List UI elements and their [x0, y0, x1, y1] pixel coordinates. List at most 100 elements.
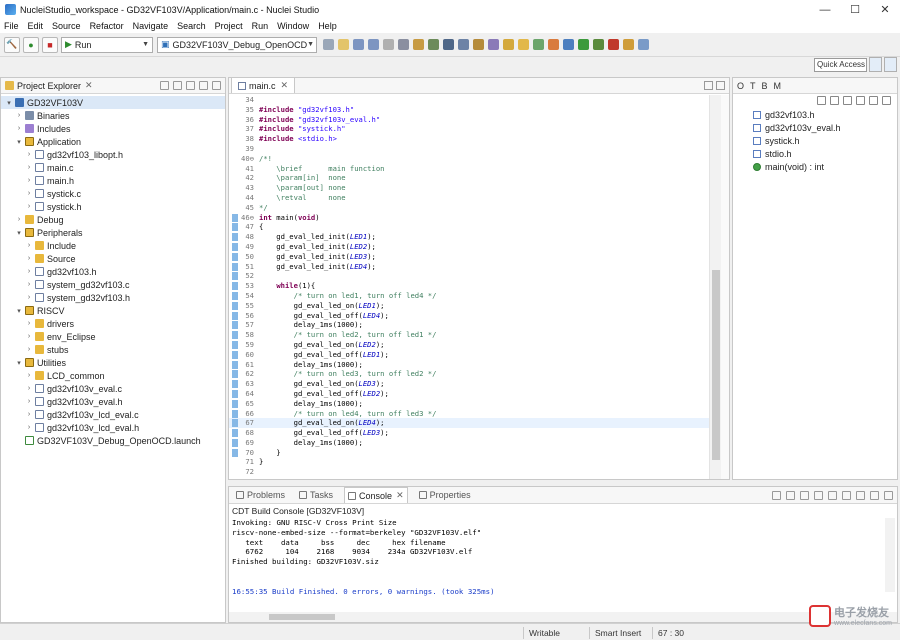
minimize-button[interactable]: — — [810, 0, 840, 19]
outline-tab-b[interactable]: B — [762, 81, 768, 91]
debug-last-icon[interactable] — [593, 39, 604, 50]
console-output[interactable]: Invoking: GNU RISC-V Cross Print Size ris… — [229, 518, 897, 596]
expand-arrow-icon[interactable]: ▾ — [15, 138, 23, 146]
project-explorer-tab[interactable]: Project Explorer ✕ — [5, 80, 93, 91]
line-gutter[interactable] — [229, 448, 241, 458]
tree-item[interactable]: › gd32vf103.h — [1, 265, 225, 278]
line-gutter[interactable] — [229, 115, 241, 125]
line-gutter[interactable] — [229, 340, 241, 350]
open-console-icon[interactable] — [856, 490, 865, 500]
show-on-output-icon[interactable] — [786, 490, 795, 500]
expand-arrow-icon[interactable]: ▾ — [15, 307, 23, 315]
minimize-view-icon[interactable] — [870, 490, 879, 500]
menu-item-source[interactable]: Source — [52, 21, 81, 31]
line-gutter[interactable] — [229, 467, 241, 477]
outline-item[interactable]: gd32vf103.h — [733, 108, 897, 121]
collapse-arrow-icon[interactable]: › — [15, 125, 23, 132]
line-gutter[interactable] — [229, 222, 241, 232]
pin-console-icon[interactable] — [800, 490, 809, 500]
display-console-icon[interactable] — [842, 490, 851, 500]
line-gutter[interactable] — [229, 438, 241, 448]
minimize-view-icon[interactable] — [704, 81, 713, 90]
line-gutter[interactable] — [229, 350, 241, 360]
tree-item[interactable]: › drivers — [1, 317, 225, 330]
minimize-view-icon[interactable] — [199, 81, 208, 90]
code-area[interactable]: 34 35 #include "gd32vf103.h" 36 #include "gd… — [229, 95, 709, 479]
tab-problems[interactable]: Problems — [233, 487, 288, 503]
expand-arrow-icon[interactable]: ▾ — [15, 359, 23, 367]
tree-item[interactable]: › Source — [1, 252, 225, 265]
line-gutter[interactable] — [229, 311, 241, 321]
collapse-arrow-icon[interactable]: › — [25, 164, 33, 171]
quick-access-input[interactable]: Quick Access — [814, 58, 867, 72]
collapse-arrow-icon[interactable]: › — [25, 190, 33, 197]
collapse-arrow-icon[interactable]: › — [25, 294, 33, 301]
settings-icon[interactable] — [398, 39, 409, 50]
line-gutter[interactable] — [229, 193, 241, 203]
tree-item[interactable]: ▾ Application — [1, 135, 225, 148]
line-gutter[interactable] — [229, 213, 241, 223]
outline-item[interactable]: main(void) : int — [733, 160, 897, 173]
line-gutter[interactable] — [229, 105, 241, 115]
line-gutter[interactable] — [229, 144, 241, 154]
collapse-arrow-icon[interactable]: › — [25, 424, 33, 431]
close-icon[interactable]: ✕ — [396, 490, 404, 501]
tree-item[interactable]: ▾ Utilities — [1, 356, 225, 369]
collapse-arrow-icon[interactable]: › — [25, 177, 33, 184]
line-gutter[interactable] — [229, 124, 241, 134]
line-gutter[interactable] — [229, 134, 241, 144]
tree-item[interactable]: › env_Eclipse — [1, 330, 225, 343]
collapse-arrow-icon[interactable]: › — [25, 151, 33, 158]
debug-icon[interactable] — [428, 39, 439, 50]
sort-icon[interactable] — [817, 96, 826, 105]
tree-item[interactable]: › systick.h — [1, 200, 225, 213]
menu-item-project[interactable]: Project — [215, 21, 243, 31]
tree-item[interactable]: › Include — [1, 239, 225, 252]
stop-icon[interactable]: ■ — [42, 36, 58, 53]
view-menu-icon[interactable] — [186, 81, 195, 90]
clear-console-icon[interactable] — [828, 490, 837, 500]
line-gutter[interactable] — [229, 252, 241, 262]
line-gutter[interactable] — [229, 389, 241, 399]
launch-config-select[interactable]: ▣ GD32VF103V_Debug_OpenOCD ▼ — [157, 36, 317, 53]
tree-item[interactable]: › gd32vf103v_eval.c — [1, 382, 225, 395]
close-icon[interactable]: ✕ — [281, 80, 289, 91]
tab-console[interactable]: Console ✕ — [344, 487, 408, 503]
tree-item[interactable]: › stubs — [1, 343, 225, 356]
close-button[interactable]: ✕ — [870, 0, 900, 19]
forward-icon[interactable] — [638, 39, 649, 50]
line-gutter[interactable] — [229, 379, 241, 389]
hide-static-icon[interactable] — [843, 96, 852, 105]
collapse-arrow-icon[interactable]: › — [25, 281, 33, 288]
menu-item-window[interactable]: Window — [277, 21, 309, 31]
line-gutter[interactable] — [229, 330, 241, 340]
collapse-arrow-icon[interactable]: › — [25, 372, 33, 379]
line-gutter[interactable] — [229, 369, 241, 379]
tree-item[interactable]: › gd32vf103v_lcd_eval.h — [1, 421, 225, 434]
maximize-view-icon[interactable] — [212, 81, 221, 90]
collapse-arrow-icon[interactable]: › — [15, 216, 23, 223]
tree-item[interactable]: › Debug — [1, 213, 225, 226]
tree-item[interactable]: ▾ RISCV — [1, 304, 225, 317]
collapse-arrow-icon[interactable]: › — [25, 242, 33, 249]
expand-arrow-icon[interactable]: ▾ — [5, 99, 13, 107]
tree-item[interactable]: › Binaries — [1, 109, 225, 122]
line-gutter[interactable] — [229, 418, 241, 428]
link-editor-icon[interactable] — [882, 96, 891, 105]
outline-tab-t[interactable]: T — [750, 81, 756, 91]
new-project-icon[interactable] — [503, 39, 514, 50]
terminal-icon[interactable] — [443, 39, 454, 50]
new-folder-icon[interactable] — [518, 39, 529, 50]
line-gutter[interactable] — [229, 242, 241, 252]
tree-item[interactable]: › main.h — [1, 174, 225, 187]
tree-item[interactable]: ▾ GD32VF103V — [1, 96, 225, 109]
line-gutter[interactable] — [229, 95, 241, 105]
line-gutter[interactable] — [229, 203, 241, 213]
line-gutter[interactable] — [229, 428, 241, 438]
line-gutter[interactable] — [229, 409, 241, 419]
open-type-icon[interactable] — [473, 39, 484, 50]
tree-item[interactable]: ▾ Peripherals — [1, 226, 225, 239]
collapse-arrow-icon[interactable]: › — [25, 398, 33, 405]
overview-ruler[interactable] — [721, 95, 729, 479]
open-element-icon[interactable] — [488, 39, 499, 50]
